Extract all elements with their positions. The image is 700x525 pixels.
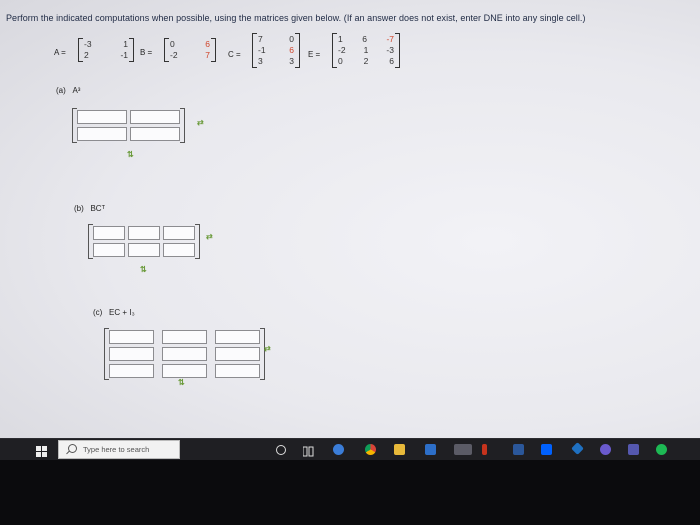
answer-cell[interactable] <box>128 226 160 240</box>
matrix-b: 06 -2 7 <box>164 38 216 62</box>
task-view-icon[interactable] <box>302 444 314 457</box>
part-a-label: (a) A³ <box>56 86 81 95</box>
matrix-e: 1 6 -7 -2 1 -3 026 <box>332 33 400 68</box>
chrome-icon[interactable] <box>365 444 376 455</box>
app-icon[interactable] <box>628 444 639 455</box>
part-b-label: (b) BCᵀ <box>74 204 106 213</box>
browser-viewport: Perform the indicated computations when … <box>0 0 700 438</box>
file-explorer-icon[interactable] <box>394 444 405 455</box>
answer-cell[interactable] <box>162 364 207 378</box>
answer-cell[interactable] <box>163 226 195 240</box>
word-icon[interactable] <box>513 444 524 455</box>
monitor-bezel <box>0 460 700 525</box>
row-resize-icon[interactable]: ⇅ <box>140 265 147 274</box>
answer-cell[interactable] <box>93 226 125 240</box>
problem-prompt: Perform the indicated computations when … <box>6 13 586 23</box>
answer-cell[interactable] <box>109 347 154 361</box>
row-resize-icon[interactable]: ⇅ <box>127 150 134 159</box>
cortana-icon[interactable] <box>276 445 286 455</box>
mail-icon[interactable] <box>425 444 436 455</box>
edge-icon[interactable] <box>333 444 344 455</box>
answer-cell[interactable] <box>93 243 125 257</box>
matrix-b-label: B = <box>140 48 153 57</box>
answer-cell[interactable] <box>130 127 180 141</box>
answer-cell[interactable] <box>77 110 127 124</box>
matrix-a: -3 1 2 -1 <box>78 38 134 62</box>
matrix-a-label: A = <box>54 48 66 57</box>
answer-cell[interactable] <box>77 127 127 141</box>
answer-cell[interactable] <box>215 364 260 378</box>
answer-cell[interactable] <box>109 330 154 344</box>
answer-cell[interactable] <box>215 347 260 361</box>
answer-cell[interactable] <box>128 243 160 257</box>
dropbox-icon[interactable] <box>541 444 552 455</box>
matrix-e-label: E = <box>308 50 321 59</box>
matrix-c-label: C = <box>228 50 241 59</box>
matrix-c: 70 -1 6 33 <box>252 33 300 68</box>
column-resize-icon[interactable]: ⇄ <box>206 232 213 241</box>
search-icon <box>68 444 77 453</box>
answer-cell[interactable] <box>109 364 154 378</box>
answer-cell[interactable] <box>130 110 180 124</box>
column-resize-icon[interactable]: ⇄ <box>264 344 271 353</box>
store-icon[interactable] <box>454 444 472 455</box>
part-c-label: (c) EC + I₃ <box>93 308 135 317</box>
part-a-answer-matrix <box>72 108 185 143</box>
column-resize-icon[interactable]: ⇄ <box>197 118 204 127</box>
answer-cell[interactable] <box>215 330 260 344</box>
teams-icon[interactable] <box>600 444 611 455</box>
spotify-icon[interactable] <box>656 444 667 455</box>
windows-start-icon[interactable] <box>36 444 47 457</box>
part-c-answer-matrix <box>104 328 265 380</box>
answer-cell[interactable] <box>162 330 207 344</box>
row-resize-icon[interactable]: ⇅ <box>178 378 185 387</box>
windows-taskbar: Type here to search <box>0 438 700 461</box>
settings-icon[interactable] <box>571 442 584 455</box>
taskbar-search-input[interactable]: Type here to search <box>58 440 180 459</box>
answer-cell[interactable] <box>162 347 207 361</box>
office-icon[interactable] <box>482 444 487 455</box>
part-b-answer-matrix <box>88 224 200 259</box>
answer-cell[interactable] <box>163 243 195 257</box>
